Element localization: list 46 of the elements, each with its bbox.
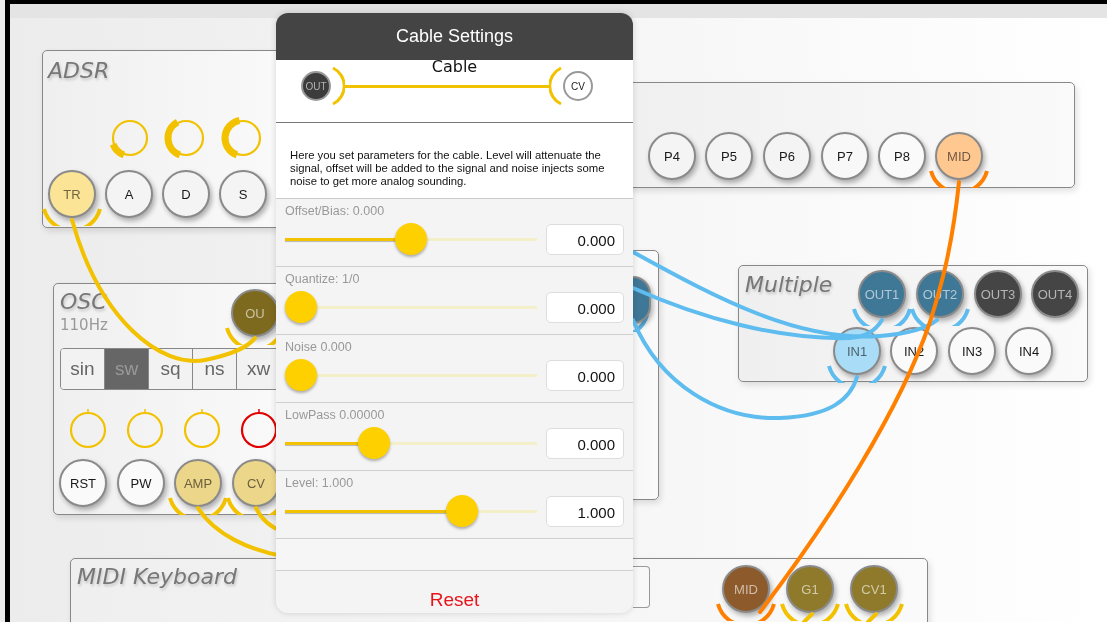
slider-thumb[interactable] <box>285 291 317 323</box>
waveform-tab[interactable]: sin <box>61 349 105 389</box>
cable-end <box>927 168 991 188</box>
slider-thumb[interactable] <box>357 427 390 459</box>
module-title: ADSR <box>48 57 110 85</box>
cable-end <box>850 306 914 326</box>
parameter-label: Level: 1.000 <box>285 476 355 491</box>
module-subtitle: 110Hz <box>60 315 108 335</box>
module-title: MIDI Keyboard <box>77 563 237 591</box>
cable-end <box>549 66 563 106</box>
slider-thumb[interactable] <box>285 359 317 391</box>
module-title: OSC <box>60 288 107 316</box>
cable-end <box>331 66 345 106</box>
parameter-label: Quantize: 1/0 <box>285 272 361 287</box>
value-field[interactable]: 0.000 <box>546 359 624 391</box>
waveform-tab[interactable]: ns <box>193 349 237 389</box>
slider-track[interactable] <box>285 495 537 527</box>
value-field[interactable]: 0.000 <box>546 427 624 459</box>
patch-cable[interactable] <box>802 612 878 622</box>
cable-end <box>166 495 230 515</box>
cable-end <box>908 306 972 326</box>
slider-track[interactable] <box>285 359 537 391</box>
value-field[interactable]: 1.000 <box>546 495 624 527</box>
value-field[interactable]: 0.000 <box>546 291 624 323</box>
cable-end <box>842 601 906 621</box>
cable-title: Cable <box>430 57 479 77</box>
module-title: Multiple <box>745 271 833 299</box>
cable-end <box>714 601 778 621</box>
cable-end <box>778 601 842 621</box>
description-text: Here you set parameters for the cable. Level will attenuate the signal, offset will be added to the signal and noise injects some noise to get more analog sounding. <box>276 123 633 199</box>
slider-thumb[interactable] <box>395 223 427 255</box>
slider-thumb[interactable] <box>445 495 478 527</box>
reset-button[interactable]: Reset <box>276 571 633 613</box>
slider-track[interactable] <box>285 427 537 459</box>
cable-end <box>825 363 889 383</box>
slider-track[interactable] <box>285 291 537 323</box>
jack[interactable]: OUT <box>301 71 331 101</box>
value-field[interactable]: 0.000 <box>546 223 624 255</box>
parameter-label: LowPass 0.00000 <box>285 408 386 423</box>
parameter-label: Noise 0.000 <box>285 340 353 355</box>
cable-end <box>40 206 104 226</box>
input-field[interactable] <box>633 566 650 608</box>
dialog-title: Cable Settings <box>395 26 514 47</box>
parameter-label: Offset/Bias: 0.000 <box>285 204 386 219</box>
slider-track[interactable] <box>285 223 537 255</box>
jack[interactable]: CV <box>563 71 593 101</box>
